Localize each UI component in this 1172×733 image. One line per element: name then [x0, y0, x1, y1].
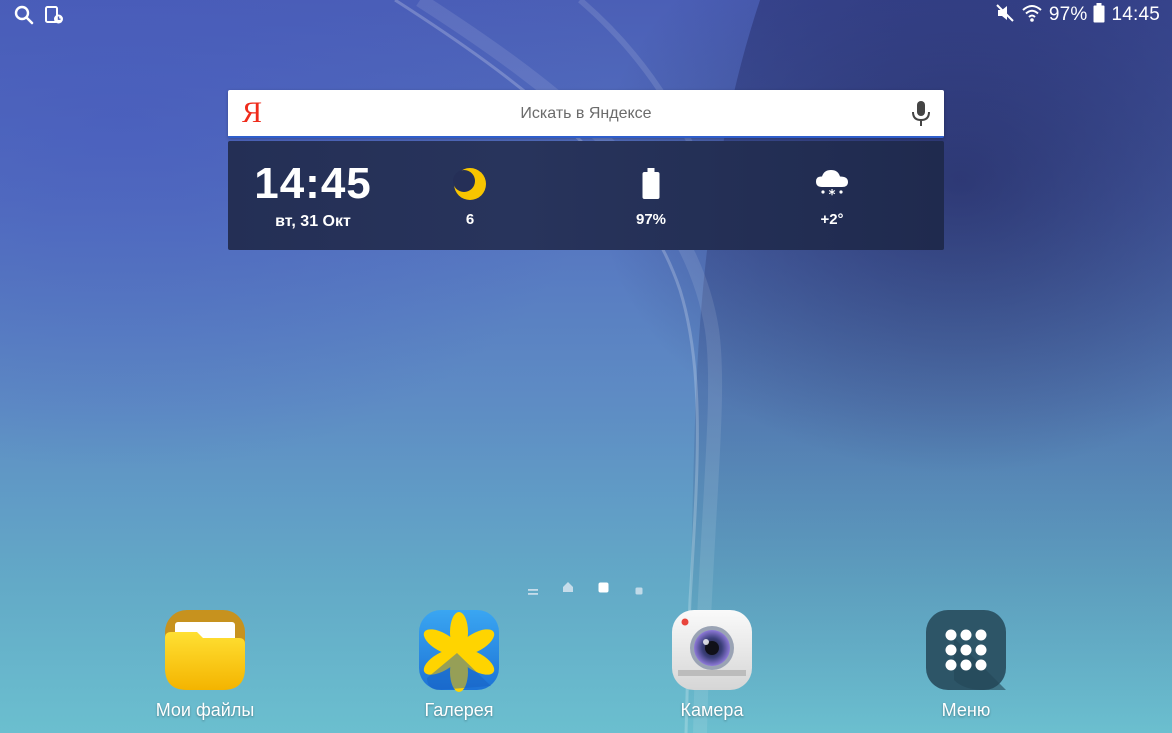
page-dot-home[interactable] [562, 580, 574, 598]
app-label-my-files: Мои файлы [155, 700, 255, 720]
battery-icon [1093, 2, 1105, 28]
page-dot-menu[interactable] [528, 583, 538, 601]
widget-weather-cell[interactable]: * +2° [792, 167, 872, 229]
widget-battery-value: 97% [635, 211, 667, 228]
device-sync-icon [44, 5, 64, 30]
app-menu[interactable]: Меню [896, 608, 1036, 720]
app-label-menu: Меню [941, 700, 991, 720]
status-battery-percent: 97% [1048, 4, 1088, 25]
widget-moon-cell[interactable]: 6 [430, 167, 510, 229]
app-label-gallery: Галерея [424, 700, 494, 720]
svg-text:*: * [829, 188, 836, 201]
page-dot-3[interactable] [635, 582, 643, 600]
moon-icon [430, 167, 510, 201]
widget-battery-cell[interactable]: 97% [611, 167, 691, 229]
widget-weather-value: +2° [820, 211, 844, 228]
wifi-icon [1021, 3, 1043, 28]
widget-moon-value: 6 [465, 211, 475, 228]
page-indicator [524, 580, 648, 595]
search-icon [14, 5, 34, 30]
gallery-flower-icon [419, 610, 499, 692]
mute-icon [995, 3, 1015, 28]
yandex-search-bar[interactable]: Я Искать в Яндексе [228, 90, 944, 138]
microphone-icon[interactable] [910, 100, 932, 128]
app-label-camera: Камера [680, 700, 744, 720]
home-screen: 97% 14:45 Я Искать в Яндексе 14:45 вт, 3… [0, 0, 1172, 733]
widget-clock-time[interactable]: 14:45 [228, 161, 398, 207]
status-bar: 97% 14:45 [0, 0, 1172, 30]
folder-icon [165, 610, 245, 690]
camera-icon [672, 610, 752, 690]
status-time: 14:45 [1111, 4, 1160, 25]
snow-cloud-icon: * [792, 167, 872, 201]
widget-clock-date: вт, 31 Окт [275, 213, 351, 230]
app-gallery[interactable]: Галерея [389, 608, 529, 720]
search-placeholder[interactable]: Искать в Яндексе [228, 104, 944, 124]
widget-battery-icon [611, 167, 691, 201]
yandex-info-widget[interactable]: 14:45 вт, 31 Окт 6 97% * +2° [228, 141, 944, 250]
app-camera[interactable]: Камера [642, 608, 782, 720]
apps-grid-icon [926, 610, 1006, 690]
app-my-files[interactable]: Мои файлы [135, 608, 275, 720]
page-dot-active[interactable] [598, 580, 609, 598]
